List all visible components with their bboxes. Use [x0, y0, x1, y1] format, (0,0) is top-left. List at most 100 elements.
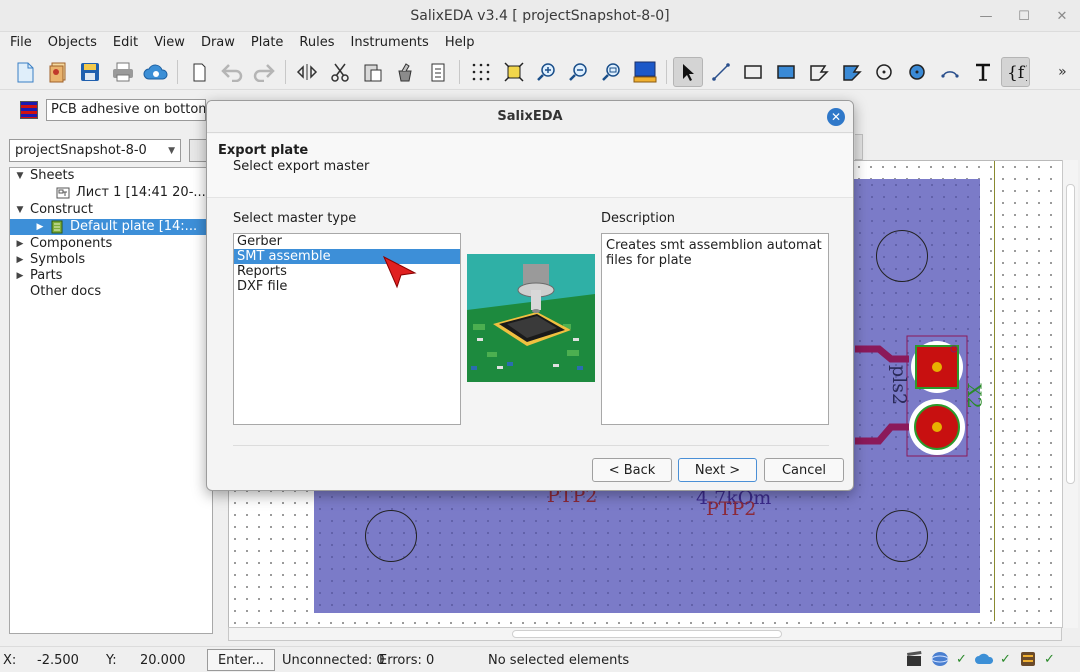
toolbar-separator [459, 59, 461, 84]
vertical-scrollbar[interactable] [1062, 160, 1078, 628]
menu-edit[interactable]: Edit [105, 35, 146, 50]
cloud-status-icon[interactable] [974, 649, 994, 669]
menu-view[interactable]: View [146, 35, 193, 50]
collapsed-icon[interactable]: ▶ [34, 219, 46, 235]
tree-item-sheets[interactable]: ▼ Sheets [14, 168, 75, 184]
tree-item-components[interactable]: ▶ Components [14, 236, 113, 252]
paste-icon[interactable] [358, 57, 388, 87]
field-icon[interactable]: {f} [1000, 56, 1031, 87]
database-icon[interactable] [1018, 649, 1038, 669]
menu-plate[interactable]: Plate [243, 35, 292, 50]
tree-item-label: Default plate [14:... [70, 219, 198, 234]
back-button[interactable]: < Back [592, 458, 672, 482]
mirror-icon[interactable] [292, 57, 322, 87]
project-tree: ▼ Sheets Лист 1 [14:41 20-... ▼ Construc… [9, 167, 213, 634]
undo-icon[interactable] [217, 57, 247, 87]
clean-icon[interactable] [391, 57, 421, 87]
new-project-icon[interactable] [43, 57, 73, 87]
redo-icon[interactable] [249, 57, 279, 87]
tree-item-parts[interactable]: ▶ Parts [14, 268, 63, 284]
plate-icon [51, 220, 63, 234]
zoom-out-icon[interactable] [565, 57, 595, 87]
tree-item-default-plate[interactable]: ▶ Default plate [14:... [10, 219, 212, 235]
cut-icon[interactable] [325, 57, 355, 87]
menu-help[interactable]: Help [437, 35, 483, 50]
maximize-icon[interactable]: ☐ [1016, 9, 1032, 24]
print-icon[interactable] [108, 57, 138, 87]
close-window-icon[interactable]: ✕ [1054, 9, 1070, 24]
pointer-icon[interactable] [672, 56, 703, 87]
fit-icon[interactable] [499, 57, 529, 87]
layer-select[interactable]: PCB adhesive on bottom [46, 99, 206, 121]
text-icon[interactable] [968, 57, 998, 87]
line-icon[interactable] [706, 57, 736, 87]
toolbar-separator [176, 59, 178, 84]
tree-item-label: Construct [30, 202, 93, 217]
more-icon[interactable]: » [1047, 57, 1077, 87]
menu-rules[interactable]: Rules [291, 35, 342, 50]
copy-page-icon[interactable] [184, 57, 214, 87]
filled-circle-icon[interactable] [902, 57, 932, 87]
tree-item-symbols[interactable]: ▶ Symbols [14, 252, 86, 268]
filled-polygon-icon[interactable] [837, 57, 867, 87]
horizontal-scrollbar[interactable] [228, 627, 1062, 641]
status-ok-check: ✓ [956, 651, 967, 667]
menu-instruments[interactable]: Instruments [343, 35, 437, 50]
scroll-thumb[interactable] [1066, 184, 1075, 484]
tree-item-label: Components [30, 236, 113, 251]
grid-icon[interactable] [466, 57, 496, 87]
collapsed-icon[interactable]: ▶ [14, 236, 26, 252]
mounting-hole[interactable] [365, 510, 417, 562]
x-coordinate: -2.500 [37, 653, 79, 668]
master-type-list[interactable]: Gerber SMT assemble Reports DXF file [233, 233, 461, 425]
menu-draw[interactable]: Draw [193, 35, 243, 50]
next-button[interactable]: Next > [678, 458, 757, 482]
enter-coordinates-button[interactable]: Enter... [207, 649, 275, 671]
clapper-icon[interactable] [904, 649, 924, 669]
list-item[interactable]: DXF file [234, 279, 460, 294]
monitor-icon[interactable] [630, 57, 660, 87]
collapsed-icon[interactable]: ▶ [14, 252, 26, 268]
scroll-thumb[interactable] [512, 630, 782, 638]
filled-rect-icon[interactable] [771, 57, 801, 87]
tree-item-label: Sheets [30, 168, 75, 183]
chevron-down-icon: ▼ [168, 145, 175, 156]
cancel-button[interactable]: Cancel [764, 458, 844, 482]
dialog-title: SalixEDA [207, 101, 853, 133]
arc-icon[interactable] [935, 57, 965, 87]
zoom-in-icon[interactable] [532, 57, 562, 87]
polygon-icon[interactable] [804, 57, 834, 87]
project-select[interactable]: projectSnapshot-8-0 ▼ [9, 139, 181, 162]
label-ptp2-right: PTP2 [706, 498, 757, 520]
mounting-hole[interactable] [876, 230, 928, 282]
mounting-hole[interactable] [876, 510, 928, 562]
main-toolbar: {f} » [0, 54, 1080, 90]
zoom-window-icon[interactable] [597, 57, 627, 87]
x-label: X: [3, 653, 17, 668]
menu-file[interactable]: File [2, 35, 40, 50]
minimize-icon[interactable]: — [978, 9, 994, 24]
dialog-divider [233, 445, 829, 446]
list-item[interactable]: Reports [234, 264, 460, 279]
menu-objects[interactable]: Objects [40, 35, 105, 50]
save-icon[interactable] [76, 57, 106, 87]
expanded-icon[interactable]: ▼ [14, 168, 26, 184]
y-label: Y: [106, 653, 117, 668]
collapsed-icon[interactable]: ▶ [14, 268, 26, 284]
list-item[interactable]: SMT assemble [234, 249, 460, 264]
document-tab[interactable] [855, 134, 863, 160]
expanded-icon[interactable]: ▼ [14, 202, 26, 218]
network-icon[interactable] [930, 649, 950, 669]
rectangle-icon[interactable] [738, 57, 768, 87]
tree-item-construct[interactable]: ▼ Construct [14, 202, 93, 218]
new-file-icon[interactable] [10, 57, 40, 87]
tree-item-other-docs[interactable]: Other docs [30, 284, 101, 300]
menu-bar: File Objects Edit View Draw Plate Rules … [0, 32, 1080, 52]
cloud-icon[interactable] [141, 57, 171, 87]
list-item[interactable]: Gerber [234, 234, 460, 249]
close-icon[interactable]: ✕ [827, 108, 845, 126]
tree-item-sheet1[interactable]: Лист 1 [14:41 20-... [56, 185, 206, 201]
properties-icon[interactable] [423, 57, 453, 87]
circle-icon[interactable] [870, 57, 900, 87]
window-titlebar: SalixEDA v3.4 [ projectSnapshot-8-0] — ☐… [0, 0, 1080, 32]
